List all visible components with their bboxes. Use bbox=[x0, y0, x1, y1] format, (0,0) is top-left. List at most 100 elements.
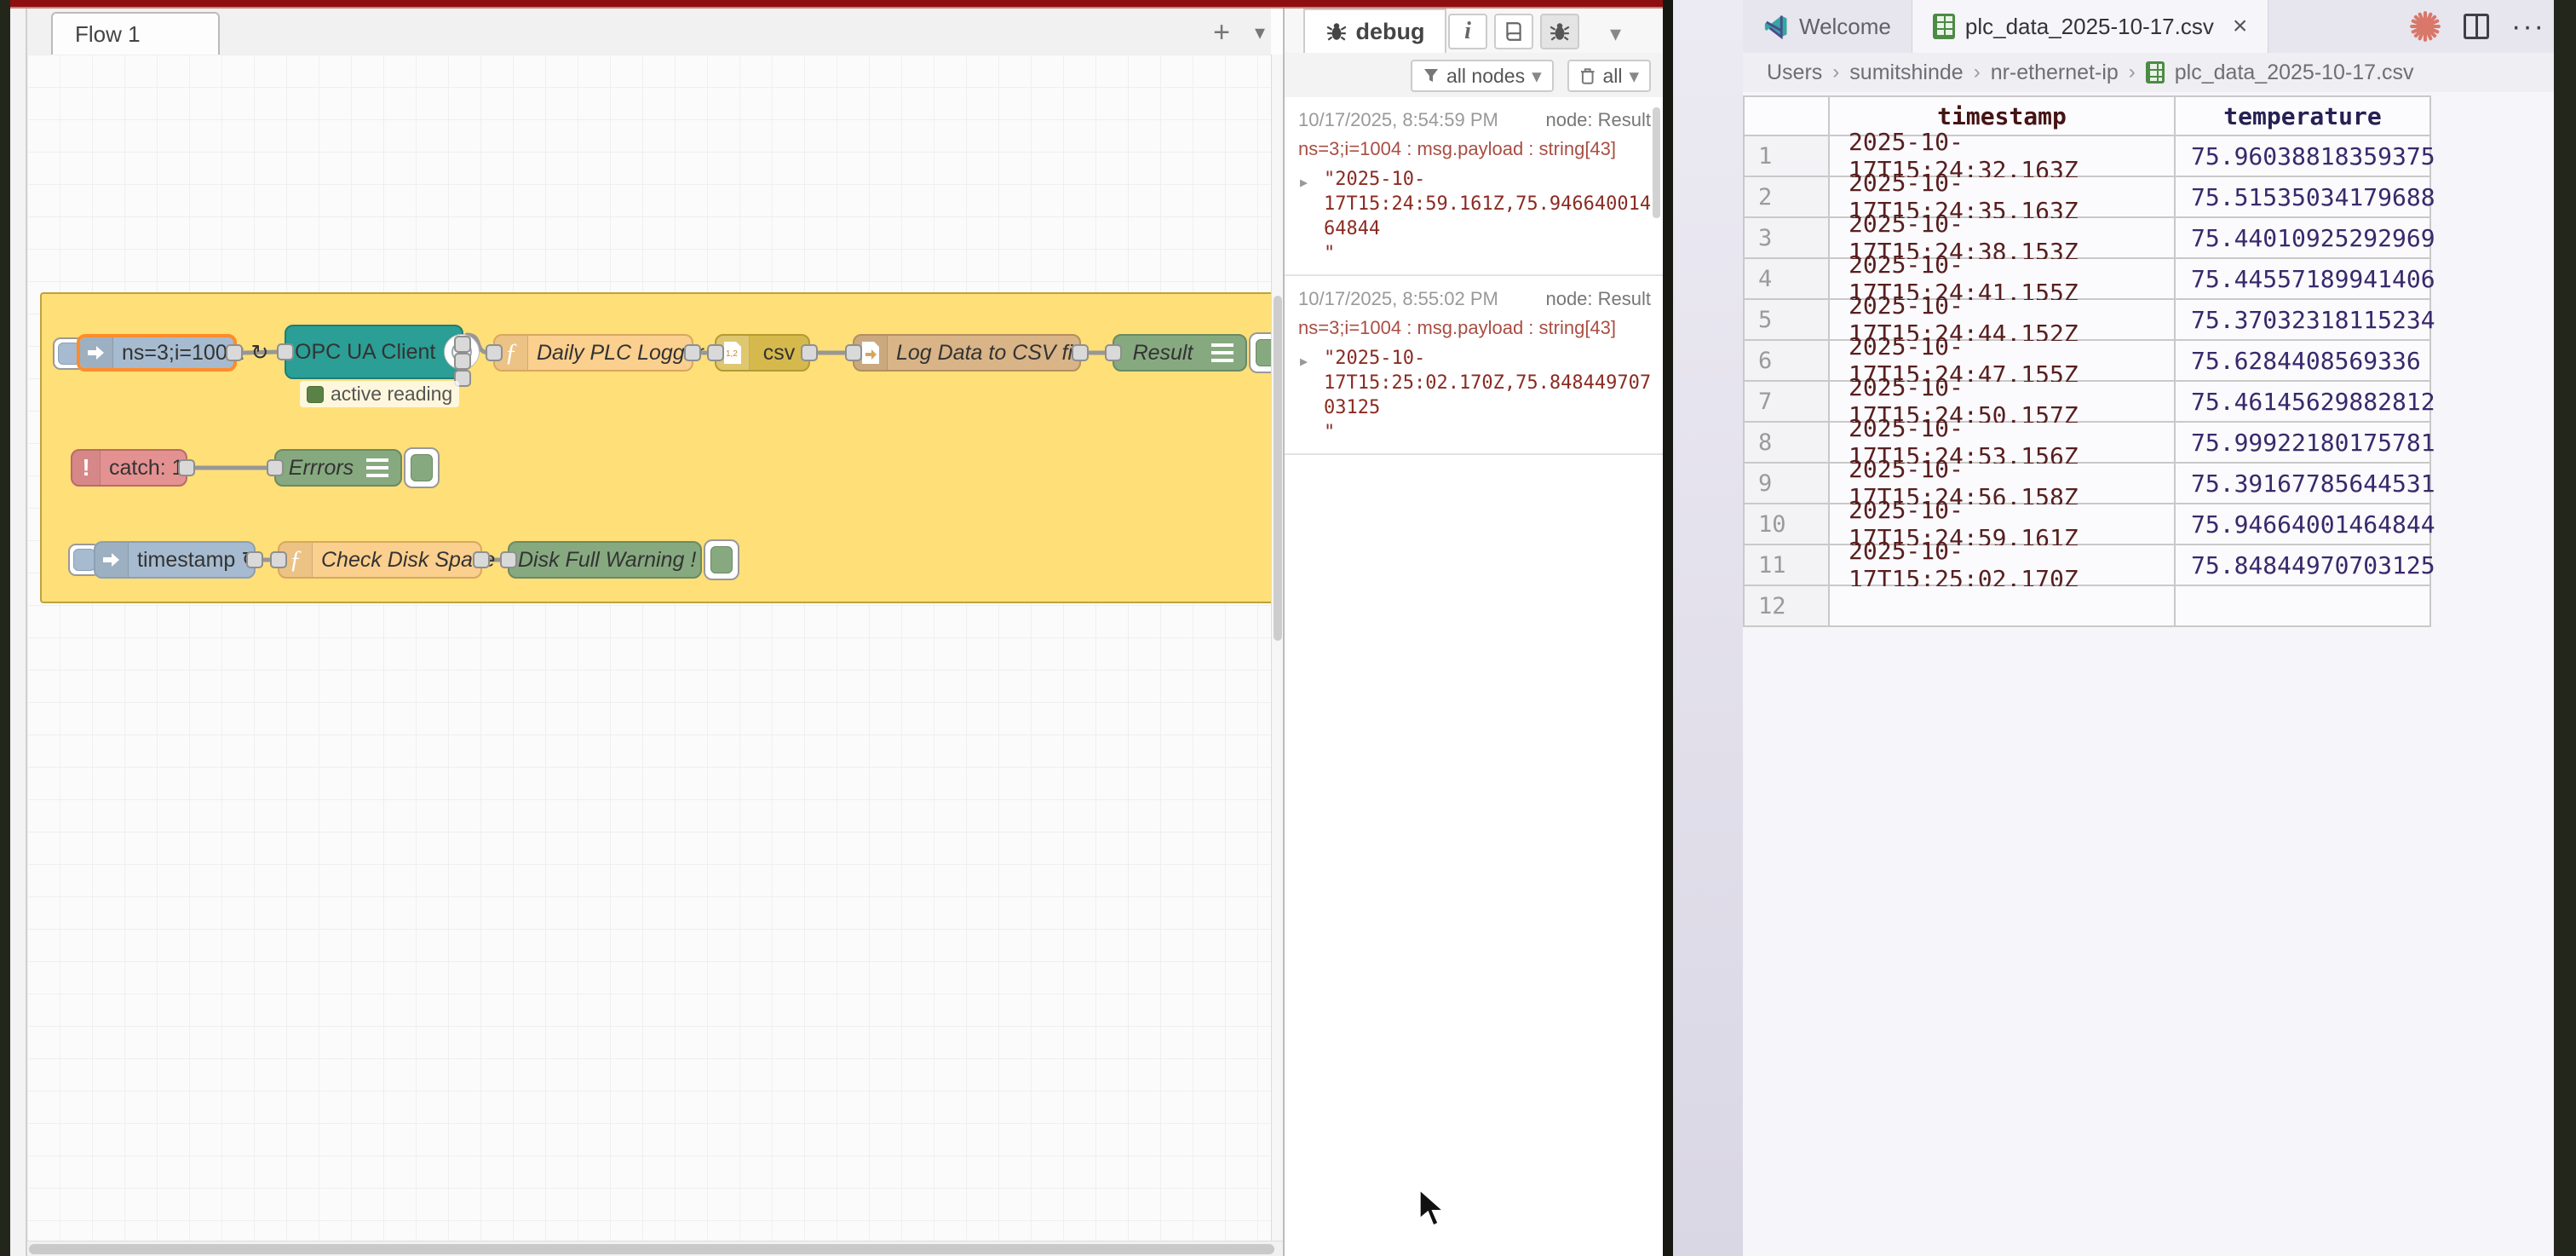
vscode-main: Welcome plc_data_2025-10-17.csv × ··· Us… bbox=[1743, 0, 2554, 1256]
plus-icon: + bbox=[1213, 16, 1230, 49]
debug-message[interactable]: 10/17/2025, 8:54:59 PMnode: Resultns=3;i… bbox=[1285, 97, 1665, 276]
debug-messages: 10/17/2025, 8:54:59 PMnode: Resultns=3;i… bbox=[1285, 97, 1665, 1256]
table-row[interactable]: 112025-10-17T15:25:02.170Z75.84844970703… bbox=[1745, 545, 2431, 586]
split-editor-icon[interactable] bbox=[2464, 14, 2489, 39]
trash-icon bbox=[1579, 66, 1596, 85]
output-port-2[interactable] bbox=[454, 353, 471, 370]
exclamation-icon: ! bbox=[72, 451, 101, 485]
output-port[interactable] bbox=[801, 344, 818, 361]
tab-debug[interactable]: debug bbox=[1303, 9, 1446, 53]
scrollbar-thumb[interactable] bbox=[29, 1244, 1274, 1254]
close-icon[interactable]: × bbox=[2233, 12, 2248, 41]
tab-welcome[interactable]: Welcome bbox=[1743, 0, 1912, 53]
screen: Flow 1 + ▾ bbox=[0, 0, 2576, 1256]
canvas-vscrollbar[interactable] bbox=[1271, 55, 1284, 1241]
node-label: Errrors bbox=[276, 456, 366, 481]
vscode-tabbar: Welcome plc_data_2025-10-17.csv × ··· bbox=[1743, 0, 2554, 54]
node-red-palette-edge bbox=[10, 9, 27, 1256]
node-opc-ua-client[interactable]: OPC UA Client bbox=[285, 325, 463, 379]
output-port[interactable] bbox=[1072, 344, 1089, 361]
breadcrumb-item[interactable]: nr-ethernet-ip bbox=[1991, 60, 2119, 85]
output-port[interactable] bbox=[684, 344, 701, 361]
add-flow-button[interactable]: + bbox=[1203, 17, 1240, 48]
tab-plc-data-csv[interactable]: plc_data_2025-10-17.csv × bbox=[1912, 0, 2269, 53]
input-port[interactable] bbox=[267, 459, 284, 476]
table-row[interactable]: 12 bbox=[1745, 586, 2431, 627]
tab-flow-1[interactable]: Flow 1 bbox=[51, 12, 220, 55]
input-port[interactable] bbox=[1105, 344, 1122, 361]
breadcrumb-item[interactable]: plc_data_2025-10-17.csv bbox=[2175, 60, 2414, 85]
breadcrumb-item[interactable]: sumitshinde bbox=[1849, 60, 1963, 85]
window-divider bbox=[1663, 0, 1673, 1256]
svg-text:1,2: 1,2 bbox=[726, 349, 738, 359]
input-port[interactable] bbox=[486, 344, 503, 361]
debug-menu-icon bbox=[1211, 343, 1233, 362]
debug-filter-row: all nodes ▾ all ▾ bbox=[1285, 53, 1665, 99]
vscode-activity-bar: 1 1 bbox=[1673, 0, 1743, 1256]
csv-table: timestamp temperature 12025-10-17T15:24:… bbox=[1743, 95, 2431, 627]
ai-starburst-icon[interactable] bbox=[2409, 10, 2441, 43]
node-red-header-strip bbox=[10, 0, 1663, 9]
chevron-down-icon[interactable]: ▾ bbox=[1610, 20, 1621, 47]
desktop-edge-left bbox=[0, 0, 10, 1256]
node-label: csv bbox=[750, 341, 808, 366]
debug-pane-button[interactable] bbox=[1540, 14, 1579, 49]
node-catch[interactable]: ! catch: 1 bbox=[71, 449, 187, 487]
mouse-cursor bbox=[1416, 1188, 1453, 1229]
input-port[interactable] bbox=[277, 343, 294, 360]
node-debug-errors[interactable]: Errrors bbox=[274, 449, 402, 487]
csv-file-icon bbox=[1933, 14, 1955, 39]
debug-sidebar: debug i ▾ all nodes ▾ a bbox=[1283, 9, 1665, 1256]
breadcrumb-item[interactable]: Users bbox=[1767, 60, 1822, 85]
filter-nodes-dropdown[interactable]: all nodes ▾ bbox=[1411, 60, 1554, 92]
expand-caret[interactable]: ▶ bbox=[1300, 349, 1308, 374]
debug-toggle-button[interactable] bbox=[404, 447, 440, 488]
node-label: ns=3;i=1004: ↻ bbox=[113, 340, 277, 366]
flow-canvas[interactable]: ns=3;i=1004: ↻ OPC UA Client active read… bbox=[27, 55, 1271, 1241]
info-button[interactable]: i bbox=[1448, 14, 1487, 49]
node-status: active reading bbox=[300, 381, 459, 407]
node-debug-result[interactable]: Result bbox=[1113, 334, 1247, 372]
funnel-icon bbox=[1423, 67, 1440, 84]
node-csv[interactable]: 1,2 csv bbox=[715, 334, 810, 372]
inject-arrow-icon bbox=[95, 543, 129, 577]
book-icon bbox=[1503, 20, 1525, 43]
expand-caret[interactable]: ▶ bbox=[1300, 170, 1308, 195]
clear-messages-dropdown[interactable]: all ▾ bbox=[1567, 60, 1651, 92]
input-port[interactable] bbox=[707, 344, 724, 361]
help-book-button[interactable] bbox=[1494, 14, 1533, 49]
output-port[interactable] bbox=[473, 551, 490, 568]
input-port[interactable] bbox=[845, 344, 862, 361]
column-header[interactable]: temperature bbox=[2176, 97, 2431, 136]
node-label: OPC UA Client bbox=[286, 340, 444, 365]
node-daily-plc-logger[interactable]: ƒ Daily PLC Logger bbox=[493, 334, 693, 372]
node-inject-plc[interactable]: ns=3;i=1004: ↻ bbox=[77, 334, 237, 372]
node-check-disk-space[interactable]: ƒ Check Disk Space bbox=[278, 541, 482, 579]
input-port[interactable] bbox=[500, 551, 517, 568]
debug-menu-icon bbox=[366, 458, 388, 477]
node-red-window: Flow 1 + ▾ bbox=[10, 0, 1663, 1256]
scrollbar-thumb[interactable] bbox=[1274, 296, 1282, 641]
flow-tabbar: Flow 1 + ▾ bbox=[27, 9, 1271, 56]
node-inject-timestamp[interactable]: timestamp ↻ bbox=[94, 541, 256, 579]
more-actions-icon[interactable]: ··· bbox=[2511, 10, 2545, 43]
canvas-hscrollbar[interactable] bbox=[27, 1241, 1283, 1256]
status-dot-icon bbox=[307, 386, 324, 403]
debug-toggle-button[interactable] bbox=[704, 539, 739, 580]
bug-icon bbox=[1549, 20, 1571, 43]
debug-message[interactable]: 10/17/2025, 8:55:02 PMnode: Resultns=3;i… bbox=[1285, 276, 1665, 455]
scrollbar-thumb[interactable] bbox=[1653, 107, 1660, 218]
output-port[interactable] bbox=[178, 459, 195, 476]
csv-file-icon bbox=[2146, 61, 2165, 84]
node-log-data-to-csv-file[interactable]: Log Data to CSV file bbox=[853, 334, 1081, 372]
breadcrumb: Users › sumitshinde › nr-ethernet-ip › p… bbox=[1743, 53, 2554, 92]
flow-list-dropdown[interactable]: ▾ bbox=[1241, 17, 1279, 48]
node-debug-disk-full-warning[interactable]: Disk Full Warning ! bbox=[508, 541, 702, 579]
node-label: Disk Full Warning ! bbox=[509, 548, 704, 573]
inject-arrow-icon bbox=[80, 337, 113, 368]
input-port[interactable] bbox=[270, 551, 287, 568]
output-port[interactable] bbox=[226, 344, 243, 361]
output-port-1[interactable] bbox=[454, 336, 471, 353]
output-port[interactable] bbox=[246, 551, 263, 568]
desktop-edge-right bbox=[2554, 0, 2576, 1256]
